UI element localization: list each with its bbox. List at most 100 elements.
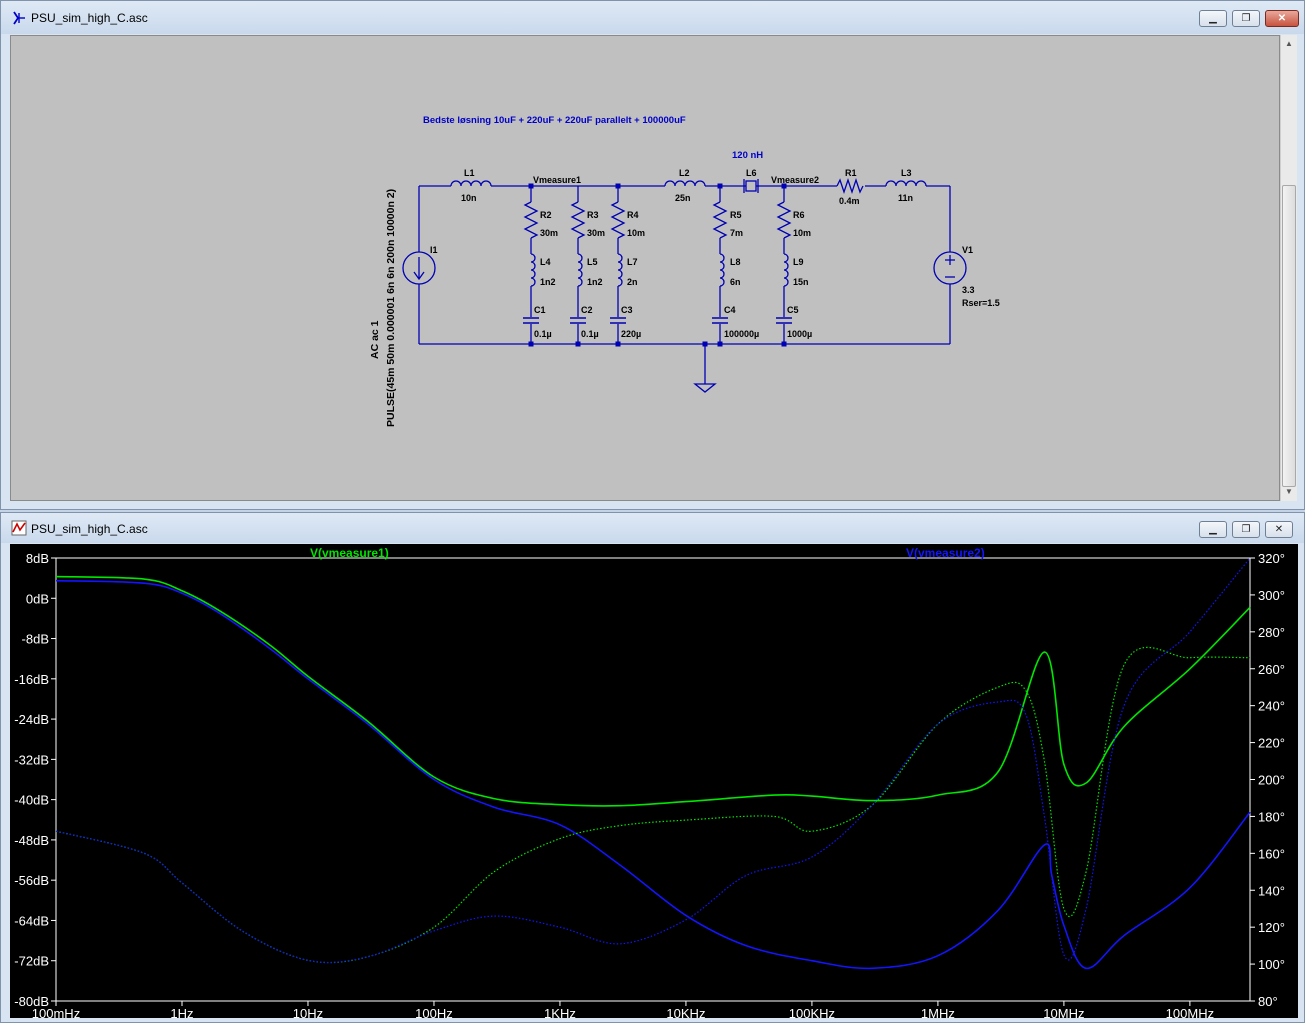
- c5-value: 1000µ: [787, 329, 812, 339]
- l6-note: 120 nH: [732, 150, 763, 161]
- minimize-button[interactable]: ▁: [1199, 10, 1227, 27]
- inductor-l3[interactable]: [885, 180, 927, 187]
- trace-vmeasure2-phase: [55, 557, 1251, 964]
- y-left-tick-label: -8dB: [22, 632, 49, 647]
- c3-value: 220µ: [621, 329, 641, 339]
- y-right-tick-label: 300°: [1258, 588, 1285, 603]
- r5-value: 7m: [730, 228, 743, 238]
- y-right-tick-label: 100°: [1258, 957, 1285, 972]
- current-source-i1[interactable]: [402, 251, 436, 285]
- capacitor-c5[interactable]: [775, 317, 793, 324]
- l5-value: 1n2: [587, 277, 603, 287]
- l7-value: 2n: [627, 277, 638, 287]
- r2-name: R2: [540, 210, 552, 220]
- y-right-tick-label: 160°: [1258, 846, 1285, 861]
- plot-close-button[interactable]: ✕: [1265, 521, 1293, 538]
- y-right-tick-label: 220°: [1258, 736, 1285, 751]
- y-right-tick-label: 280°: [1258, 625, 1285, 640]
- schematic-note: Bedste løsning 10uF + 220uF + 220uF para…: [423, 115, 686, 126]
- schematic-wires: [418, 185, 951, 393]
- y-left-tick-label: -16dB: [14, 672, 49, 687]
- y-left-tick-label: -24dB: [14, 712, 49, 727]
- legend-vmeasure2[interactable]: V(vmeasure2): [906, 546, 985, 560]
- scroll-down-icon[interactable]: ▼: [1285, 487, 1293, 496]
- schematic-titlebar[interactable]: PSU_sim_high_C.asc ▁ ❐ ✕: [1, 1, 1304, 34]
- inductor-l1[interactable]: [450, 180, 492, 187]
- resistor-r4[interactable]: [611, 201, 625, 239]
- schematic-canvas[interactable]: Bedste løsning 10uF + 220uF + 220uF para…: [10, 35, 1280, 501]
- l1-name: L1: [464, 168, 475, 178]
- capacitor-c3[interactable]: [609, 317, 627, 324]
- r4-name: R4: [627, 210, 639, 220]
- capacitor-c1[interactable]: [522, 317, 540, 324]
- trace-vmeasure2-magnitude: [55, 579, 1251, 970]
- r4-value: 10m: [627, 228, 645, 238]
- l1-value: 10n: [461, 193, 477, 203]
- junction-dots: [528, 183, 787, 347]
- v1-name: V1: [962, 245, 973, 255]
- y-right-tick-label: 260°: [1258, 662, 1285, 677]
- resistor-r3[interactable]: [571, 201, 585, 239]
- r3-name: R3: [587, 210, 599, 220]
- capacitor-c2[interactable]: [569, 317, 587, 324]
- c4-value: 100000µ: [724, 329, 759, 339]
- y-left-tick-label: -48dB: [14, 833, 49, 848]
- plot-window: PSU_sim_high_C.asc ▁ ❐ ✕ 100mHz 1Hz 10Hz 10…: [0, 512, 1305, 1023]
- l5-name: L5: [587, 257, 598, 267]
- scrollbar-thumb[interactable]: [1282, 185, 1296, 487]
- resistor-r5[interactable]: [713, 201, 727, 239]
- r2-value: 30m: [540, 228, 558, 238]
- voltage-source-v1[interactable]: [933, 251, 967, 285]
- y-left-tick-label: -32dB: [14, 752, 49, 767]
- resistor-r6[interactable]: [777, 201, 791, 239]
- trace-vmeasure1-magnitude: [55, 575, 1251, 807]
- r1-name: R1: [845, 168, 857, 178]
- schematic-window-title: PSU_sim_high_C.asc: [31, 11, 148, 25]
- r3-value: 30m: [587, 228, 605, 238]
- inductor-l9[interactable]: [783, 253, 789, 287]
- waveform-app-icon: [11, 520, 27, 536]
- plot-minimize-button[interactable]: ▁: [1199, 521, 1227, 538]
- c4-name: C4: [724, 305, 736, 315]
- waveform-plot[interactable]: 100mHz 1Hz 10Hz 100Hz 1KHz 10KHz 100KHz 1MHz 10M…: [10, 544, 1298, 1021]
- schematic-vertical-scrollbar[interactable]: ▲ ▼: [1280, 35, 1297, 501]
- net-label-vmeasure1: Vmeasure1: [533, 175, 581, 185]
- capacitor-c4[interactable]: [711, 317, 729, 324]
- c1-value: 0.1µ: [534, 329, 552, 339]
- inductor-l6[interactable]: [743, 179, 759, 193]
- plot-window-title: PSU_sim_high_C.asc: [31, 522, 148, 536]
- plot-titlebar[interactable]: PSU_sim_high_C.asc ▁ ❐ ✕: [1, 513, 1304, 543]
- l9-value: 15n: [793, 277, 809, 287]
- x-tick-label: 1Hz: [170, 1006, 193, 1018]
- c1-name: C1: [534, 305, 546, 315]
- inductor-l5[interactable]: [577, 253, 583, 287]
- inductor-l2[interactable]: [664, 180, 706, 187]
- x-tick-label: 1KHz: [544, 1006, 576, 1018]
- r1-value: 0.4m: [839, 196, 860, 206]
- i1-name: I1: [430, 245, 438, 255]
- r5-name: R5: [730, 210, 742, 220]
- close-button[interactable]: ✕: [1265, 10, 1299, 27]
- inductor-l7[interactable]: [617, 253, 623, 287]
- l4-name: L4: [540, 257, 551, 267]
- y-right-tick-label: 140°: [1258, 883, 1285, 898]
- y-left-tick-label: -72dB: [14, 954, 49, 969]
- maximize-button[interactable]: ❐: [1232, 10, 1260, 27]
- x-tick-label: 10KHz: [666, 1006, 705, 1018]
- l4-value: 1n2: [540, 277, 556, 287]
- inductor-l4[interactable]: [530, 253, 536, 287]
- plot-maximize-button[interactable]: ❐: [1232, 521, 1260, 538]
- r6-value: 10m: [793, 228, 811, 238]
- y-right-tick-label: 180°: [1258, 809, 1285, 824]
- schematic-app-icon: [13, 11, 25, 25]
- scroll-up-icon[interactable]: ▲: [1285, 39, 1293, 48]
- resistor-r1[interactable]: [836, 177, 864, 195]
- inductor-l8[interactable]: [719, 253, 725, 287]
- x-tick-label: 10Hz: [293, 1006, 323, 1018]
- resistor-r2[interactable]: [524, 201, 538, 239]
- r6-name: R6: [793, 210, 805, 220]
- legend-vmeasure1[interactable]: V(vmeasure1): [310, 546, 389, 560]
- c3-name: C3: [621, 305, 633, 315]
- source-ac-directive: AC ac 1: [369, 320, 381, 359]
- l8-value: 6n: [730, 277, 741, 287]
